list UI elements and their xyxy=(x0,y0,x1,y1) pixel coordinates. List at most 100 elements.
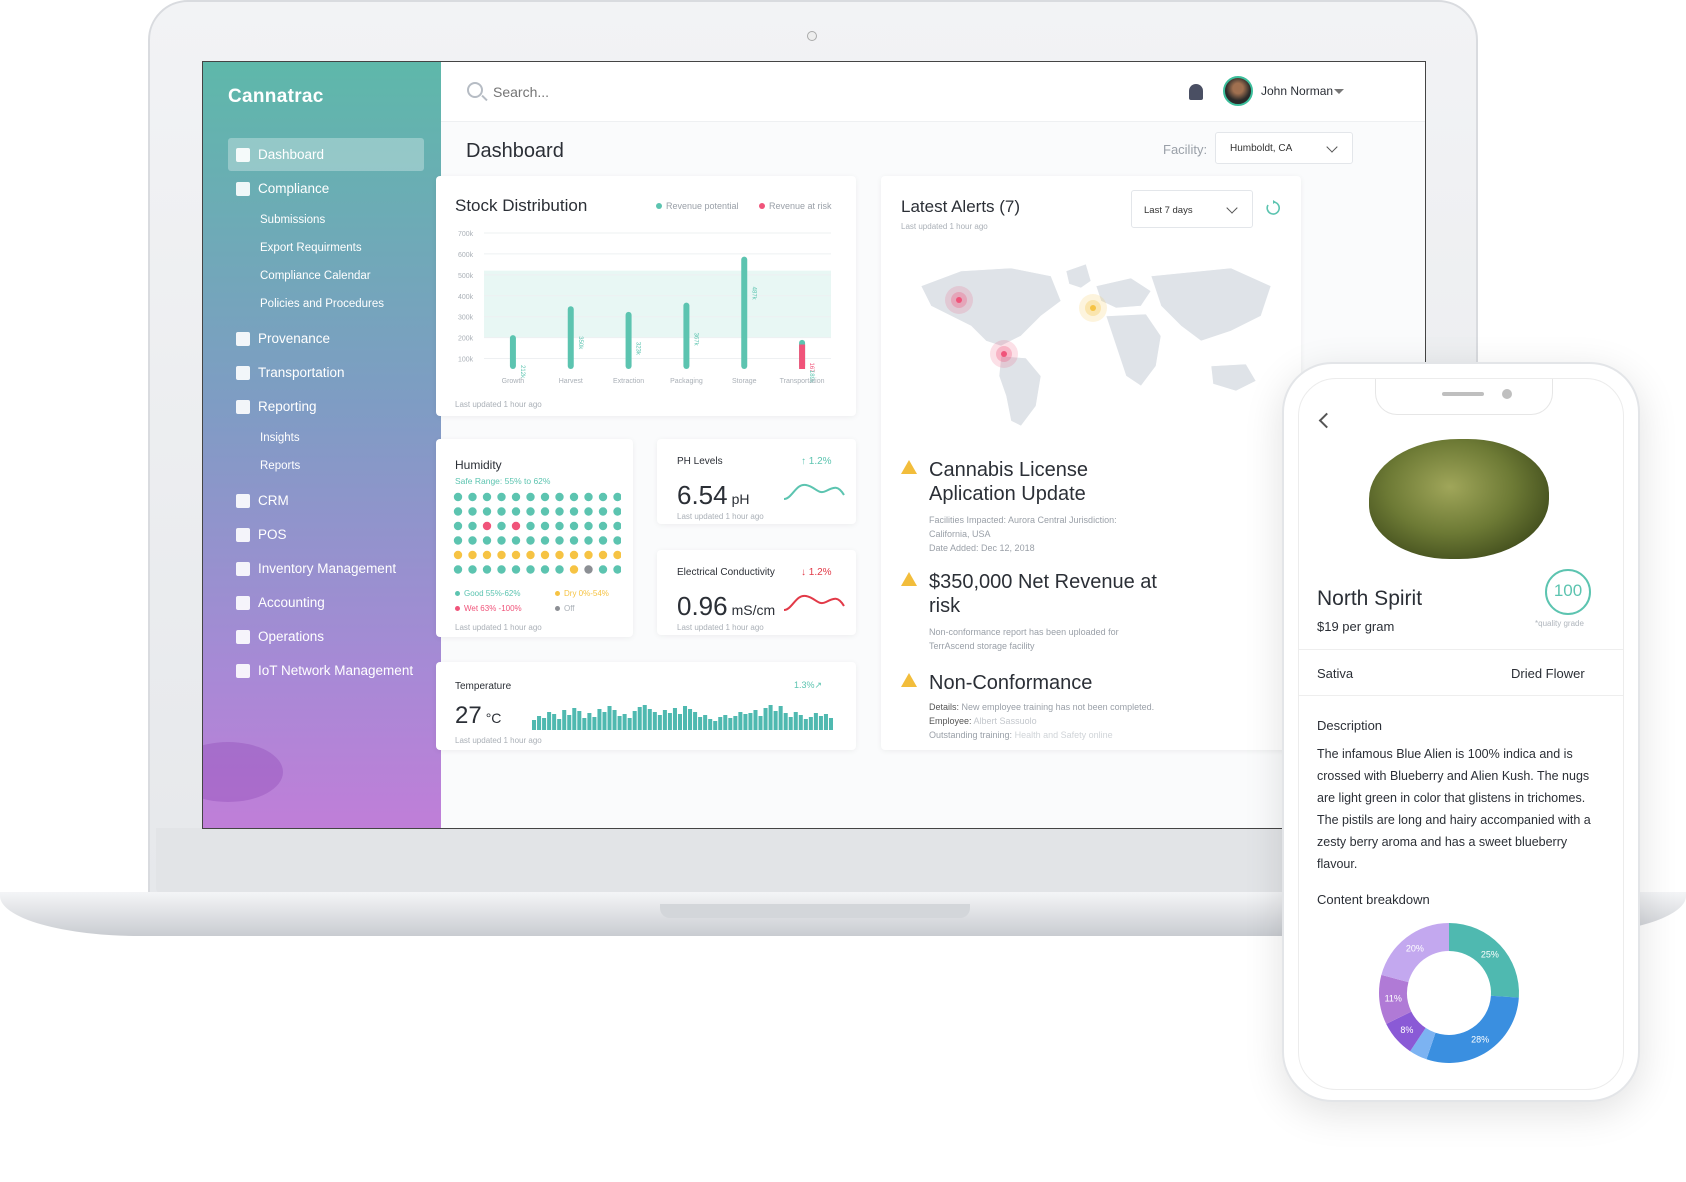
humidity-dot[interactable] xyxy=(569,507,579,516)
humidity-dot[interactable] xyxy=(584,521,593,531)
sidebar-item-reporting[interactable]: Reporting xyxy=(228,390,424,423)
humidity-dot[interactable] xyxy=(555,565,564,574)
humidity-dot[interactable] xyxy=(497,565,506,574)
humidity-dot[interactable] xyxy=(497,521,506,531)
search-input[interactable] xyxy=(493,80,793,104)
humidity-dot[interactable] xyxy=(569,521,579,531)
world-map[interactable] xyxy=(901,246,1281,436)
humidity-dot[interactable] xyxy=(598,550,608,560)
user-name[interactable]: John Norman xyxy=(1261,84,1333,98)
humidity-dot[interactable] xyxy=(468,492,477,502)
humidity-dot[interactable] xyxy=(584,550,593,560)
bar-potential[interactable] xyxy=(625,311,632,369)
humidity-dot[interactable] xyxy=(584,565,593,574)
avatar[interactable] xyxy=(1223,76,1253,106)
sidebar-subitem-submissions[interactable]: Submissions xyxy=(228,206,424,234)
humidity-dot[interactable] xyxy=(526,565,535,574)
humidity-dot[interactable] xyxy=(540,565,550,574)
humidity-dot[interactable] xyxy=(482,565,492,574)
sidebar-subitem-insights[interactable]: Insights xyxy=(228,424,424,452)
humidity-dot[interactable] xyxy=(453,565,463,574)
humidity-dot[interactable] xyxy=(613,507,621,516)
alert-hotspot[interactable] xyxy=(956,297,962,303)
humidity-dot[interactable] xyxy=(540,492,550,502)
humidity-dot[interactable] xyxy=(613,565,621,574)
sidebar-item-transportation[interactable]: Transportation xyxy=(228,356,424,389)
humidity-dot[interactable] xyxy=(497,492,506,502)
humidity-dot[interactable] xyxy=(453,492,463,502)
humidity-dot[interactable] xyxy=(511,565,521,574)
humidity-dot[interactable] xyxy=(497,507,506,516)
donut-slice[interactable] xyxy=(1426,995,1519,1063)
sidebar-subitem-compliance-calendar[interactable]: Compliance Calendar xyxy=(228,262,424,290)
humidity-dot[interactable] xyxy=(453,536,463,545)
humidity-dot[interactable] xyxy=(598,536,608,545)
humidity-dot[interactable] xyxy=(482,521,492,531)
humidity-dot[interactable] xyxy=(598,507,608,516)
sidebar-item-operations[interactable]: Operations xyxy=(228,620,424,653)
alert-1-title[interactable]: Cannabis License Aplication Update xyxy=(929,458,1169,506)
bar-risk[interactable] xyxy=(799,344,806,369)
alert-hotspot[interactable] xyxy=(1001,351,1007,357)
humidity-dot[interactable] xyxy=(598,492,608,502)
humidity-dot[interactable] xyxy=(511,550,521,560)
humidity-dot[interactable] xyxy=(598,521,608,531)
humidity-dot[interactable] xyxy=(468,521,477,531)
humidity-dot[interactable] xyxy=(497,536,506,545)
donut-slice[interactable] xyxy=(1449,923,1519,998)
humidity-dot[interactable] xyxy=(555,507,564,516)
sidebar-item-compliance[interactable]: Compliance xyxy=(228,172,424,205)
humidity-dot[interactable] xyxy=(468,550,477,560)
humidity-dot[interactable] xyxy=(526,521,535,531)
back-arrow-icon[interactable] xyxy=(1318,412,1335,429)
humidity-dot[interactable] xyxy=(584,492,593,502)
facility-select[interactable]: Humboldt, CA xyxy=(1215,132,1353,164)
humidity-dot[interactable] xyxy=(569,565,579,574)
humidity-dot[interactable] xyxy=(468,565,477,574)
sidebar-item-dashboard[interactable]: Dashboard xyxy=(228,138,424,171)
humidity-dot[interactable] xyxy=(511,521,521,531)
humidity-dot[interactable] xyxy=(468,536,477,545)
humidity-dot[interactable] xyxy=(526,492,535,502)
alert-2-title[interactable]: $350,000 Net Revenue at risk xyxy=(929,570,1179,618)
humidity-dot[interactable] xyxy=(482,550,492,560)
humidity-dot[interactable] xyxy=(555,492,564,502)
sidebar-item-iot-network-management[interactable]: IoT Network Management xyxy=(228,654,424,687)
sidebar-item-crm[interactable]: CRM xyxy=(228,484,424,517)
refresh-icon[interactable] xyxy=(1265,200,1281,216)
bar-potential[interactable] xyxy=(741,256,748,369)
humidity-dot[interactable] xyxy=(511,492,521,502)
sidebar-subitem-reports[interactable]: Reports xyxy=(228,452,424,480)
humidity-dot[interactable] xyxy=(540,521,550,531)
humidity-dot[interactable] xyxy=(613,536,621,545)
humidity-dot[interactable] xyxy=(555,550,564,560)
humidity-dot[interactable] xyxy=(453,507,463,516)
humidity-dot[interactable] xyxy=(569,550,579,560)
bar-potential[interactable] xyxy=(567,306,574,369)
sidebar-item-provenance[interactable]: Provenance xyxy=(228,322,424,355)
sidebar-item-accounting[interactable]: Accounting xyxy=(228,586,424,619)
sidebar-item-inventory-management[interactable]: Inventory Management xyxy=(228,552,424,585)
humidity-dot[interactable] xyxy=(613,550,621,560)
humidity-dot[interactable] xyxy=(540,536,550,545)
bell-icon[interactable] xyxy=(1189,84,1203,100)
humidity-dot[interactable] xyxy=(613,492,621,502)
alert-3-title[interactable]: Non-Conformance xyxy=(929,671,1179,695)
humidity-dot[interactable] xyxy=(526,507,535,516)
humidity-dot[interactable] xyxy=(569,492,579,502)
humidity-dot[interactable] xyxy=(482,492,492,502)
sidebar-subitem-policies-and-procedures[interactable]: Policies and Procedures xyxy=(228,290,424,318)
chevron-down-icon[interactable] xyxy=(1334,89,1344,94)
sidebar-item-pos[interactable]: POS xyxy=(228,518,424,551)
bar-potential[interactable] xyxy=(509,335,516,369)
humidity-dot[interactable] xyxy=(584,507,593,516)
bar-potential[interactable] xyxy=(683,302,690,369)
sidebar-subitem-export-requirments[interactable]: Export Requirments xyxy=(228,234,424,262)
humidity-dot[interactable] xyxy=(569,536,579,545)
humidity-dot[interactable] xyxy=(584,536,593,545)
humidity-dot[interactable] xyxy=(526,550,535,560)
humidity-dot[interactable] xyxy=(555,536,564,545)
humidity-dot[interactable] xyxy=(482,507,492,516)
humidity-dot[interactable] xyxy=(540,507,550,516)
humidity-dot[interactable] xyxy=(453,550,463,560)
